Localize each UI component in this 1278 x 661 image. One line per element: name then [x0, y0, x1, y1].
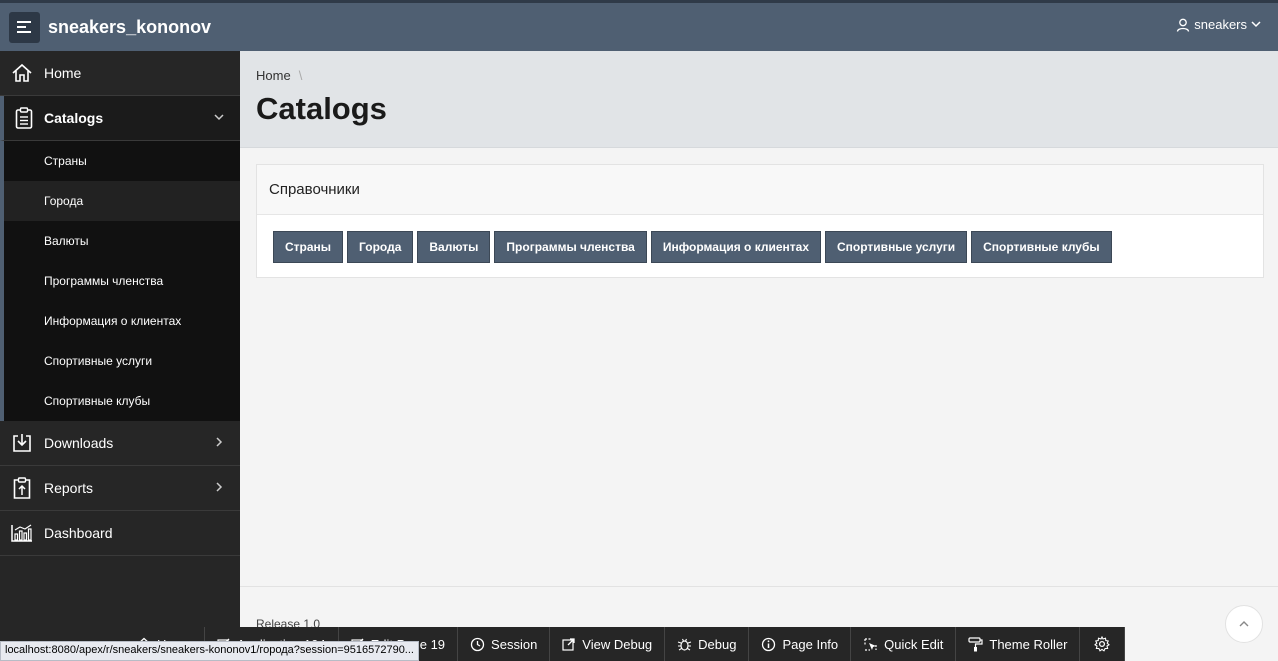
- catalogs-region: Справочники Страны Города Валюты Програм…: [256, 164, 1264, 278]
- download-icon: [13, 434, 31, 452]
- dev-page-info-button[interactable]: Page Info: [749, 627, 852, 661]
- clipboard-icon: [15, 107, 33, 129]
- goroda-button[interactable]: Города: [347, 231, 414, 263]
- sidebar-subitem-valyuty[interactable]: Валюты: [4, 221, 240, 261]
- user-name: sneakers: [1194, 17, 1247, 32]
- clock-icon: [470, 637, 485, 651]
- app-title[interactable]: sneakers_kononov: [48, 17, 211, 38]
- region-title: Справочники: [257, 165, 1263, 215]
- status-bar-url: localhost:8080/apex/r/sneakers/sneakers-…: [0, 641, 419, 661]
- sportivnye-kluby-button[interactable]: Спортивные клубы: [971, 231, 1112, 263]
- chevron-right-icon: [216, 437, 223, 447]
- sidebar-subitem-strany[interactable]: Страны: [4, 141, 240, 181]
- sidebar-item-downloads[interactable]: Downloads: [0, 421, 240, 466]
- catalogs-submenu: Страны Города Валюты Программы членства …: [0, 141, 240, 421]
- home-icon: [12, 63, 32, 82]
- valyuty-button[interactable]: Валюты: [417, 231, 491, 263]
- sidebar-item-label: Dashboard: [44, 525, 113, 541]
- dev-quick-edit-button[interactable]: Quick Edit: [851, 627, 957, 661]
- gear-icon: [1094, 636, 1111, 652]
- clipboard-upload-icon: [13, 477, 31, 499]
- chevron-down-icon: [1251, 21, 1261, 28]
- sidebar-item-home[interactable]: Home: [0, 51, 240, 96]
- dev-theme-roller-label: Theme Roller: [989, 636, 1068, 652]
- scroll-to-top-button[interactable]: [1225, 605, 1263, 643]
- dev-settings-button[interactable]: [1080, 627, 1126, 661]
- sidebar-subitem-goroda[interactable]: Города: [4, 181, 240, 221]
- sidebar-subitem-informaciya-o-klientah[interactable]: Информация о клиентах: [4, 301, 240, 341]
- external-link-icon: [562, 638, 575, 651]
- paint-roller-icon: [968, 636, 983, 651]
- sidebar-item-reports[interactable]: Reports: [0, 466, 240, 511]
- user-icon: [1177, 18, 1190, 32]
- breadcrumb: Home \: [256, 68, 302, 83]
- dev-page-info-label: Page Info: [782, 636, 839, 652]
- app-header: sneakers_kononov sneakers: [0, 0, 1278, 51]
- chevron-down-icon[interactable]: [213, 111, 225, 123]
- sidebar-subitem-programmy-chlenstva[interactable]: Программы членства: [4, 261, 240, 301]
- dev-session-button[interactable]: Session: [458, 627, 551, 661]
- breadcrumb-separator: \: [298, 68, 303, 83]
- sidebar-item-label: Reports: [44, 480, 94, 496]
- sidebar-subitem-sportivnye-kluby[interactable]: Спортивные клубы: [4, 381, 240, 421]
- programmy-chlenstva-button[interactable]: Программы членства: [494, 231, 647, 263]
- title-bar: Home \ Catalogs: [240, 51, 1278, 148]
- sidebar-item-dashboard[interactable]: Dashboard: [0, 511, 240, 556]
- chevron-up-icon: [1239, 621, 1249, 627]
- dev-view-debug-label: View Debug: [582, 636, 653, 652]
- bug-icon: [677, 638, 692, 651]
- sportivnye-uslugi-button[interactable]: Спортивные услуги: [825, 231, 968, 263]
- menu-toggle-button[interactable]: [9, 11, 40, 43]
- dev-debug-label: Debug: [698, 636, 737, 652]
- page-title: Catalogs: [256, 91, 387, 126]
- hamburger-icon: [16, 21, 31, 33]
- dev-theme-roller-button[interactable]: Theme Roller: [956, 627, 1081, 661]
- sidebar-item-label: Downloads: [44, 435, 114, 451]
- chevron-right-icon: [216, 482, 223, 492]
- user-menu[interactable]: sneakers: [1176, 17, 1261, 32]
- sidebar-item-catalogs[interactable]: Catalogs: [0, 96, 240, 141]
- bar-chart-icon: [11, 524, 32, 542]
- strany-button[interactable]: Страны: [273, 231, 344, 263]
- info-icon: [762, 637, 776, 651]
- dev-quick-edit-label: Quick Edit: [884, 636, 944, 652]
- breadcrumb-home-link[interactable]: Home: [256, 68, 291, 83]
- cursor-select-icon: [864, 637, 877, 651]
- sidebar-item-label: Catalogs: [44, 110, 104, 126]
- catalog-button-row: Страны Города Валюты Программы членства …: [273, 231, 1112, 263]
- sidebar-nav: Home Catalogs Страны Города Валюты Прогр…: [0, 51, 240, 661]
- sidebar-item-label: Home: [44, 65, 82, 81]
- dev-view-debug-button[interactable]: View Debug: [550, 627, 666, 661]
- dev-debug-button[interactable]: Debug: [665, 627, 750, 661]
- dev-session-label: Session: [491, 636, 538, 652]
- sidebar-subitem-sportivnye-uslugi[interactable]: Спортивные услуги: [4, 341, 240, 381]
- informaciya-o-klientah-button[interactable]: Информация о клиентах: [650, 231, 822, 263]
